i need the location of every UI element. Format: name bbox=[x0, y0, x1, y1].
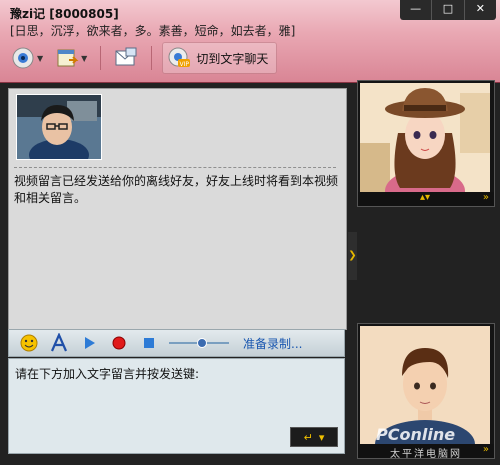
window-controls: — □ ✕ bbox=[400, 0, 496, 20]
zoom-arrows-icon[interactable]: ▴▾ bbox=[420, 192, 430, 203]
remote-video-toolbar: ▴▾ » bbox=[358, 192, 494, 206]
play-icon[interactable] bbox=[79, 333, 99, 353]
record-icon[interactable] bbox=[109, 333, 129, 353]
message-input-text[interactable]: 请在下方加入文字留言并按发送键: bbox=[15, 365, 199, 382]
recording-status-link[interactable]: 准备录制... bbox=[243, 335, 302, 352]
file-transfer-button[interactable]: ▼ bbox=[52, 43, 90, 73]
message-input-area[interactable]: 请在下方加入文字留言并按发送键: ↵ ▾ bbox=[8, 358, 345, 454]
video-message-thumbnail[interactable] bbox=[16, 94, 102, 160]
chevron-down-icon[interactable]: ▾ bbox=[319, 431, 325, 444]
toolbar-divider bbox=[100, 46, 102, 70]
remote-video-pane: ▴▾ » bbox=[357, 80, 495, 213]
close-button[interactable]: ✕ bbox=[463, 0, 496, 20]
expand-icon[interactable]: » bbox=[483, 444, 489, 455]
file-transfer-icon bbox=[55, 46, 79, 70]
chevron-right-icon: ❯ bbox=[348, 250, 357, 261]
font-icon[interactable] bbox=[49, 333, 69, 353]
watermark-subtitle: 太平洋电脑网 bbox=[390, 449, 462, 460]
svg-text:VIP: VIP bbox=[180, 61, 190, 68]
remote-avatar bbox=[360, 83, 492, 213]
contact-signature: [日思，沉浮，欲来者，多。素善，短命，如去者，雅] bbox=[10, 24, 296, 38]
switch-to-text-chat-button[interactable]: VIP 切到文字聊天 bbox=[162, 42, 278, 74]
stop-icon[interactable] bbox=[139, 333, 159, 353]
toolbar: ▼ ▼ VIP 切到文字聊天 bbox=[8, 42, 278, 74]
expand-icon[interactable]: » bbox=[483, 192, 489, 203]
collapse-panel-button[interactable]: ❯ bbox=[348, 232, 357, 280]
toolbar-divider bbox=[151, 46, 153, 70]
mail-icon bbox=[114, 46, 138, 70]
volume-slider[interactable] bbox=[169, 336, 229, 350]
chevron-down-icon[interactable]: ▼ bbox=[81, 54, 87, 63]
chat-message-area: 视频留言已经发送给你的离线好友，好友上线时将看到本视频和相关留言。 bbox=[8, 88, 347, 330]
chevron-down-icon[interactable]: ▼ bbox=[37, 54, 43, 63]
vip-video-icon: VIP bbox=[167, 46, 191, 70]
recording-controls: 准备录制... bbox=[8, 329, 345, 357]
switch-to-text-chat-label: 切到文字聊天 bbox=[196, 51, 269, 66]
minimize-button[interactable]: — bbox=[400, 0, 431, 20]
mail-button[interactable] bbox=[111, 43, 141, 73]
watermark-logo: PConline bbox=[376, 425, 456, 444]
titlebar: 豫zi记 [8000805] [日思，沉浮，欲来者，多。素善，短命，如去者，雅]… bbox=[0, 0, 500, 83]
maximize-button[interactable]: □ bbox=[431, 0, 463, 20]
video-call-button[interactable]: ▼ bbox=[8, 43, 46, 73]
video-chat-window: 豫zi记 [8000805] [日思，沉浮，欲来者，多。素善，短命，如去者，雅]… bbox=[0, 0, 500, 465]
emoji-icon[interactable] bbox=[19, 333, 39, 353]
enter-icon: ↵ bbox=[303, 430, 313, 444]
message-divider bbox=[14, 167, 336, 168]
video-call-icon bbox=[11, 46, 35, 70]
volume-slider-thumb[interactable] bbox=[196, 338, 207, 348]
send-button[interactable]: ↵ ▾ bbox=[290, 427, 338, 447]
system-message: 视频留言已经发送给你的离线好友，好友上线时将看到本视频和相关留言。 bbox=[14, 174, 339, 205]
window-title: 豫zi记 [8000805] bbox=[10, 7, 119, 21]
